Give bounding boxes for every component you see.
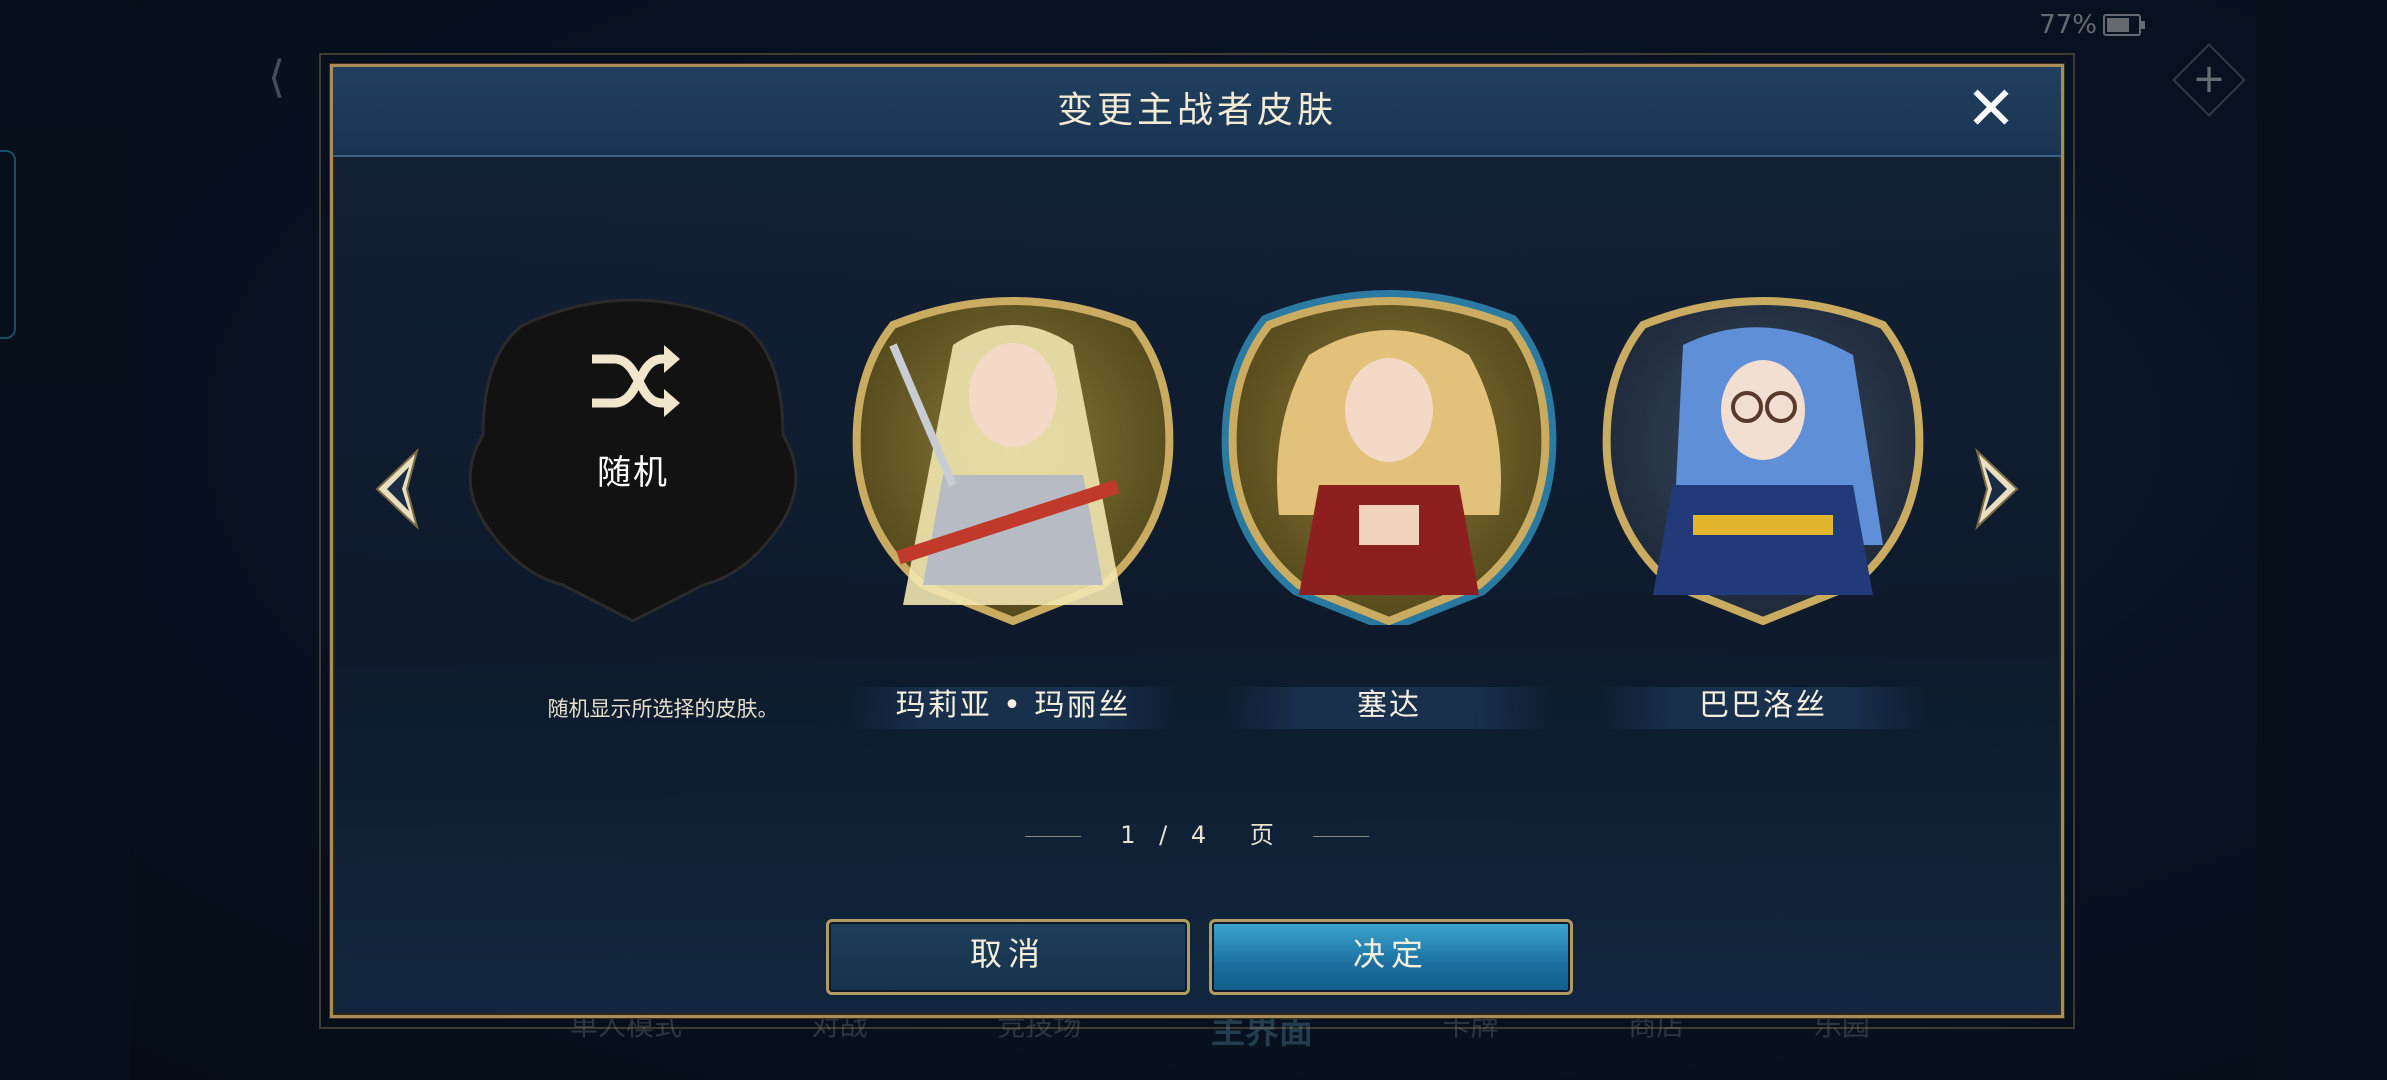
pager-unit: 页 [1249,821,1274,849]
pager-divider-right [1313,835,1370,837]
game-screen: ⟨ 77% + 单人模式 对战 竞技场 主界面 卡牌 商店 乐园 变更主战者皮肤… [0,0,2387,1080]
pager-divider-left [1024,835,1081,837]
cancel-button[interactable]: 取消 [826,919,1190,995]
shuffle-icon [586,333,682,429]
page-indicator: 1 / 4 页 [333,815,2061,850]
close-icon[interactable]: ✕ [1963,79,2019,139]
skin-name-zeta: 塞达 [1357,688,1421,723]
pager-total: 4 [1190,821,1207,849]
skin-name-barbaros: 巴巴洛丝 [1699,688,1827,723]
dialog-title: 变更主战者皮肤 [1056,90,1337,131]
change-leader-skin-dialog: 变更主战者皮肤 ✕ 随机 随机显示所选择的皮肤。 玛莉亚 • 玛丽丝 塞达 巴巴… [319,53,2075,1029]
maria-maris-portrait [833,285,1193,626]
barbaros-portrait [1583,285,1943,626]
random-skin-label: 随机 [597,453,669,493]
pager-current: 1 [1120,821,1136,849]
next-page-arrow-icon[interactable] [1969,447,2025,531]
skin-card-barbaros[interactable] [1583,285,1943,705]
confirm-button[interactable]: 决定 [1209,919,1573,995]
skin-card-random[interactable]: 随机 [453,285,813,705]
previous-page-arrow-icon[interactable] [369,447,425,531]
random-skin-description: 随机显示所选择的皮肤。 [547,697,779,721]
pager-separator: / [1159,821,1168,849]
skin-card-zeta-selected[interactable] [1209,285,1569,705]
skin-card-maria-maris[interactable] [833,285,1193,705]
skin-name-maria-maris: 玛莉亚 • 玛丽丝 [895,688,1131,723]
zeta-portrait [1209,285,1569,633]
